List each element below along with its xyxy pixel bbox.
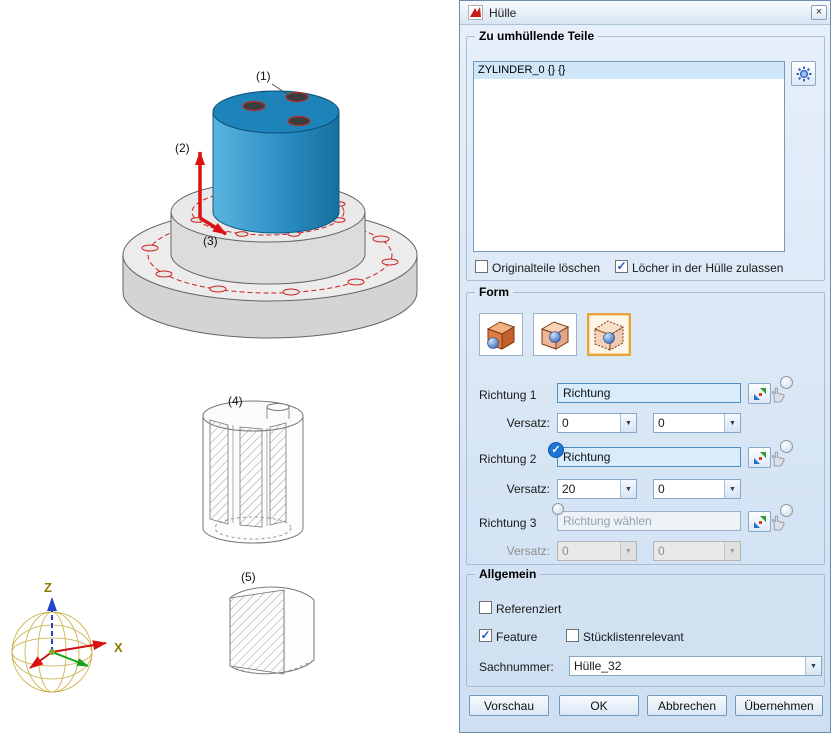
annotation-1: (1) (256, 69, 271, 83)
check-icon: ✓ (616, 259, 626, 273)
partnumber-combo[interactable]: Hülle_32 ▼ (569, 656, 822, 676)
select-parts-button[interactable] (791, 61, 816, 86)
direction2-input[interactable] (557, 447, 741, 467)
direction1-label: Richtung 1 (479, 388, 536, 402)
checkbox-allow-holes-label: Löcher in der Hülle zulassen (632, 261, 783, 275)
direction2-active-check-icon[interactable]: ✓ (548, 442, 564, 458)
form-option-tight-button[interactable] (533, 313, 577, 356)
form-option-box-button[interactable] (479, 313, 523, 356)
direction3-input[interactable] (557, 511, 741, 531)
hand-icon[interactable] (771, 451, 786, 467)
annotation-3: (3) (203, 234, 218, 248)
parts-list[interactable]: ZYLINDER_0 {} {} (473, 61, 785, 252)
chevron-down-icon[interactable]: ▼ (620, 414, 636, 432)
direction2-pick-button[interactable] (748, 447, 771, 468)
direction1-pick-button[interactable] (748, 383, 771, 404)
chevron-down-icon: ▼ (724, 542, 740, 560)
annotation-2: (2) (175, 141, 190, 155)
checkbox-referenced-label: Referenziert (496, 602, 561, 616)
checkbox-feature-label: Feature (496, 630, 537, 644)
chevron-down-icon[interactable]: ▼ (724, 414, 740, 432)
versatz2-label: Versatz: (490, 482, 550, 496)
group-form-title: Form (475, 285, 513, 299)
cube-solid-icon (481, 316, 521, 354)
direction3-inactive-knob[interactable] (552, 503, 564, 515)
model-hull-hatched[interactable] (203, 401, 303, 543)
model-flange-cylinder[interactable] (123, 84, 417, 338)
chevron-down-icon[interactable]: ▼ (805, 657, 821, 675)
direction2-label: Richtung 2 (479, 452, 536, 466)
form-option-directional-button[interactable] (587, 313, 631, 356)
versatz2-offset1-combo[interactable]: 20 ▼ (557, 479, 637, 499)
versatz3-label: Versatz: (490, 544, 550, 558)
check-icon: ✓ (480, 628, 490, 642)
chevron-down-icon[interactable]: ▼ (620, 480, 636, 498)
cube-dashed-icon (589, 316, 629, 354)
checkbox-bom-relevant[interactable] (566, 629, 579, 642)
group-general-title: Allgemein (475, 567, 540, 581)
direction3-pick-button[interactable] (748, 511, 771, 532)
checkbox-delete-originals[interactable] (475, 260, 488, 273)
gear-icon (795, 65, 813, 83)
group-parts-title: Zu umhüllende Teile (475, 29, 598, 43)
dialog-titlebar[interactable]: Hülle × (460, 1, 830, 25)
direction-select-icon (752, 514, 768, 530)
checkbox-delete-originals-label: Originalteile löschen (492, 261, 600, 275)
ok-button[interactable]: OK (559, 695, 639, 716)
list-item[interactable]: ZYLINDER_0 {} {} (474, 62, 784, 79)
close-icon[interactable]: × (811, 5, 827, 20)
hand-icon[interactable] (771, 387, 786, 403)
annotation-4: (4) (228, 394, 243, 408)
checkbox-referenced[interactable] (479, 601, 492, 614)
dialog-title: Hülle (489, 6, 516, 20)
z-axis-label: Z (44, 580, 52, 595)
direction-select-icon (752, 450, 768, 466)
model-hull-half[interactable] (230, 587, 314, 674)
partnumber-label: Sachnummer: (479, 660, 554, 674)
y-axis-arrow (52, 652, 88, 666)
apply-button[interactable]: Übernehmen (735, 695, 823, 716)
viewport-canvas[interactable]: (1) (2) (3) (4) (5) Z X (0, 0, 459, 733)
versatz1-offset1-combo[interactable]: 0 ▼ (557, 413, 637, 433)
direction1-input[interactable] (557, 383, 741, 403)
direction-select-icon (752, 386, 768, 402)
hand-icon[interactable] (771, 515, 786, 531)
checkbox-allow-holes[interactable]: ✓ (615, 260, 628, 273)
chevron-down-icon[interactable]: ▼ (724, 480, 740, 498)
app-icon (468, 5, 483, 20)
direction3-label: Richtung 3 (479, 516, 536, 530)
preview-button[interactable]: Vorschau (469, 695, 549, 716)
versatz2-offset2-combo[interactable]: 0 ▼ (653, 479, 741, 499)
coordinate-sphere[interactable] (12, 598, 106, 692)
versatz3-offset1-combo: 0 ▼ (557, 541, 637, 561)
chevron-down-icon: ▼ (620, 542, 636, 560)
checkbox-feature[interactable]: ✓ (479, 629, 492, 642)
versatz3-offset2-combo: 0 ▼ (653, 541, 741, 561)
x-axis-label: X (114, 640, 123, 655)
cancel-button[interactable]: Abbrechen (647, 695, 727, 716)
versatz1-offset2-combo[interactable]: 0 ▼ (653, 413, 741, 433)
viewport-3d[interactable]: (1) (2) (3) (4) (5) Z X (0, 0, 459, 733)
origin-dot (49, 649, 55, 655)
cube-translucent-icon (535, 316, 575, 354)
hull-dialog: Hülle × Zu umhüllende Teile ZYLINDER_0 {… (459, 0, 831, 733)
checkbox-bom-relevant-label: Stücklistenrelevant (583, 630, 684, 644)
annotation-5: (5) (241, 570, 256, 584)
versatz1-label: Versatz: (490, 416, 550, 430)
